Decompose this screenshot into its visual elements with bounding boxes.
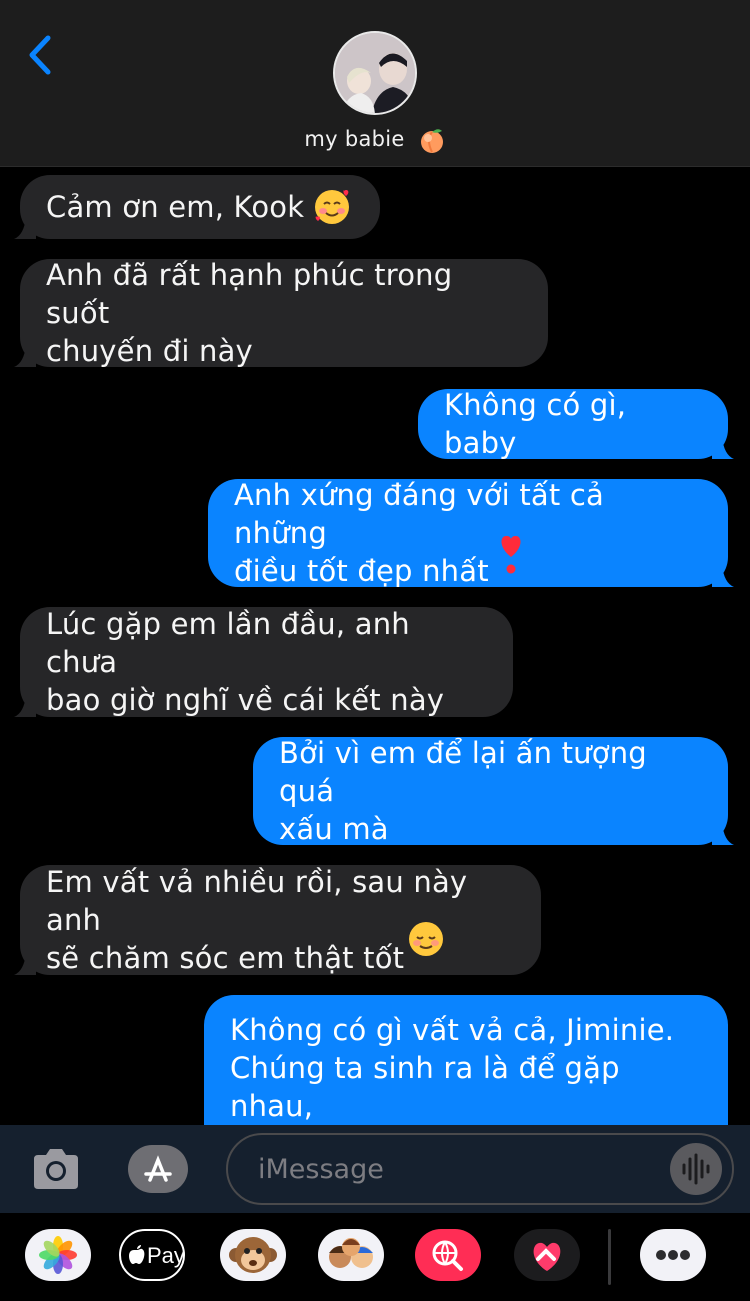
message-bubble-outgoing[interactable]: Không có gì, baby — [418, 388, 734, 460]
drawer-divider — [608, 1229, 611, 1285]
app-drawer: Pay — [0, 1213, 750, 1301]
smiling-face-with-hearts-icon — [315, 189, 350, 224]
more-apps-button[interactable] — [640, 1229, 706, 1281]
app-store-icon[interactable] — [126, 1144, 190, 1194]
heart-touch-icon — [533, 1242, 561, 1271]
bubble-tail — [14, 345, 36, 367]
globe-search-icon — [432, 1240, 463, 1271]
photos-icon — [39, 1236, 77, 1274]
message-bubble-incoming[interactable]: Anh đã rất hạnh phúc trong suốt chuyến đ… — [14, 258, 548, 368]
message-bubble-incoming[interactable]: Lúc gặp em lần đầu, anh chưa bao giờ ngh… — [14, 607, 513, 717]
monkey-icon — [229, 1237, 277, 1273]
message-bubble-outgoing[interactable]: Anh xứng đáng với tất cả những điều tốt … — [208, 478, 734, 588]
waveform-icon — [682, 1153, 710, 1185]
memoji-icon — [329, 1238, 373, 1268]
bubble-tail — [712, 565, 734, 587]
message-text: Bởi vì em để lại ấn tượng quá xấu mà — [279, 736, 647, 846]
bubble-tail — [14, 217, 36, 239]
bubble-tail — [14, 953, 36, 975]
back-chevron-icon[interactable] — [18, 30, 62, 80]
heart-exclamation-icon — [501, 535, 521, 574]
bubble-tail — [14, 695, 36, 717]
smiling-face-icon — [409, 922, 443, 956]
message-bubble-outgoing[interactable]: Không có gì vất vả cả, Jiminie. Chúng ta… — [204, 995, 728, 1125]
apple-logo-icon — [129, 1245, 145, 1264]
message-input-bar: iMessage — [0, 1125, 750, 1213]
contact-name[interactable]: my babie — [0, 126, 750, 154]
input-placeholder: iMessage — [258, 1154, 384, 1185]
photos-app-button[interactable] — [25, 1229, 91, 1281]
avatar-photo — [335, 33, 415, 113]
animoji-button[interactable] — [220, 1229, 286, 1281]
apple-pay-button[interactable]: Pay — [119, 1229, 185, 1281]
message-bubble-incoming[interactable]: Em vất vả nhiều rồi, sau này anh sẽ chăm… — [14, 865, 541, 975]
message-bubble-incoming[interactable]: Cảm ơn em, Kook — [14, 175, 380, 239]
message-thread[interactable]: Cảm ơn em, Kook Anh đã rất hạnh phúc tro… — [0, 167, 750, 1125]
message-text: Cảm ơn em, Kook — [46, 190, 305, 224]
imessage-input[interactable]: iMessage — [226, 1133, 734, 1205]
camera-icon[interactable] — [30, 1145, 82, 1193]
message-text: Anh đã rất hạnh phúc trong suốt chuyến đ… — [46, 258, 453, 368]
bubble-tail — [712, 823, 734, 845]
message-text: Anh xứng đáng với tất cả những điều tốt … — [234, 478, 604, 588]
audio-message-button[interactable] — [670, 1143, 722, 1195]
peach-icon — [420, 129, 443, 153]
apple-pay-label: Pay — [147, 1243, 185, 1268]
more-icon — [656, 1250, 690, 1260]
bubble-tail — [712, 437, 734, 459]
contact-avatar[interactable] — [333, 31, 417, 115]
message-bubble-outgoing[interactable]: Bởi vì em để lại ấn tượng quá xấu mà — [253, 736, 734, 846]
images-search-button[interactable] — [415, 1229, 481, 1281]
memoji-stickers-button[interactable] — [318, 1229, 384, 1281]
message-text: Không có gì vất vả cả, Jiminie. Chúng ta… — [230, 1013, 675, 1123]
digital-touch-button[interactable] — [514, 1229, 580, 1281]
message-text: Không có gì, baby — [444, 388, 627, 460]
message-text: Lúc gặp em lần đầu, anh chưa bao giờ ngh… — [46, 607, 445, 717]
conversation-header: my babie — [0, 0, 750, 167]
